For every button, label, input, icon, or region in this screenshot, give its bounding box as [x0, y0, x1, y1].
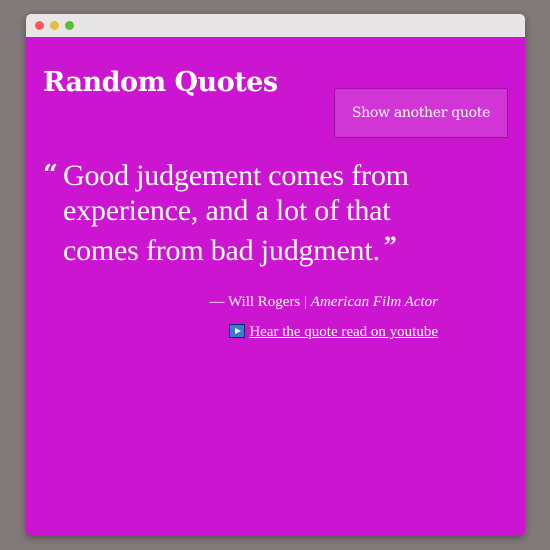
attribution-separator: |: [304, 294, 308, 310]
youtube-play-icon: [229, 324, 246, 338]
minimize-window-button[interactable]: [50, 21, 59, 30]
close-quote-mark: ”: [383, 231, 397, 260]
browser-window: Random Quotes Show another quote “ Good …: [26, 14, 525, 536]
author-role: American Film Actor: [310, 294, 438, 310]
quote-author: Will Rogers: [227, 294, 301, 310]
youtube-link-label: Hear the quote read on youtube: [249, 324, 438, 340]
app-title: Random Quotes: [43, 67, 278, 98]
open-quote-mark: “: [43, 160, 58, 190]
quote-attribution: — Will Rogers | American Film Actor: [209, 294, 438, 311]
show-another-quote-button[interactable]: Show another quote: [334, 88, 508, 138]
window-titlebar: [26, 14, 525, 37]
quote-block: “ Good judgement comes from experience, …: [43, 158, 463, 268]
maximize-window-button[interactable]: [65, 21, 74, 30]
quote-text-wrapper: Good judgement comes from experience, an…: [63, 158, 463, 268]
attribution-dash: —: [209, 294, 225, 310]
close-window-button[interactable]: [35, 21, 44, 30]
quote-app: Random Quotes Show another quote “ Good …: [26, 37, 525, 536]
quote-text: Good judgement comes from experience, an…: [63, 159, 409, 267]
youtube-link[interactable]: Hear the quote read on youtube: [229, 324, 438, 341]
